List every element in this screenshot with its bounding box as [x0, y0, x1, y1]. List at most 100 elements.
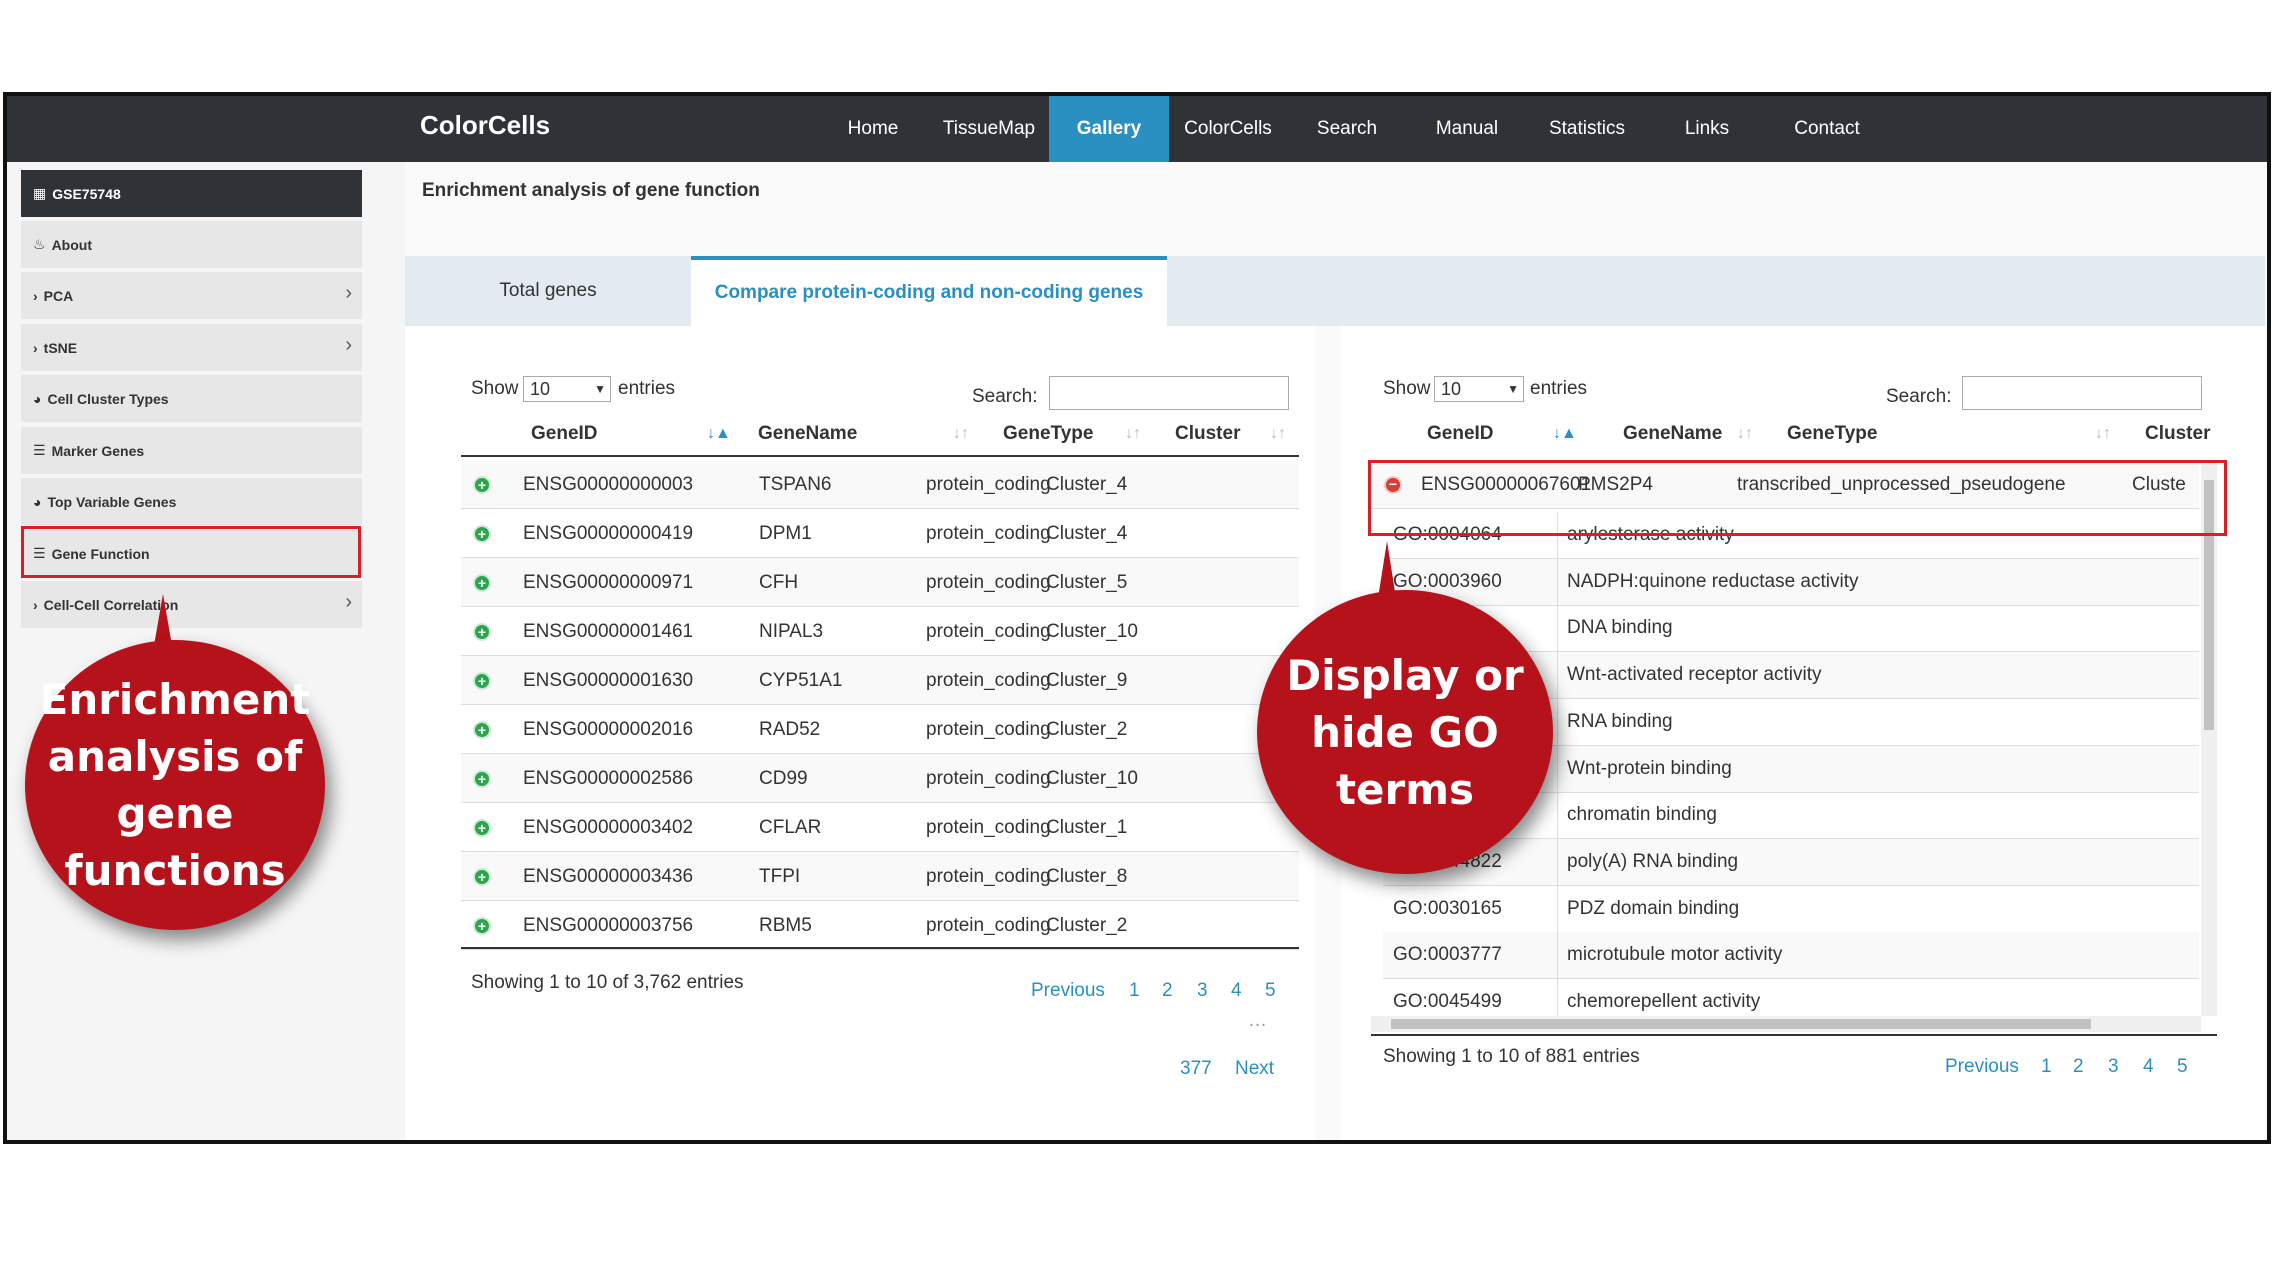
sidebar-item-top-variable-genes[interactable]: ◕ Top Variable Genes	[21, 478, 362, 525]
pagination-page[interactable]: 3	[1197, 980, 1208, 1002]
expand-row-icon[interactable]: +	[473, 525, 491, 543]
column-divider	[1557, 932, 1558, 979]
cell-go-term: poly(A) RNA binding	[1567, 850, 1739, 872]
col-genename[interactable]: GeneName	[1623, 423, 1722, 445]
expand-row-icon[interactable]: +	[473, 721, 491, 739]
nav-home[interactable]: Home	[817, 96, 929, 162]
col-genename[interactable]: GeneName	[758, 423, 857, 445]
sidebar-item-pca[interactable]: › PCA ›	[21, 272, 362, 319]
expand-row-icon[interactable]: +	[473, 917, 491, 935]
pagination-page[interactable]: 3	[2108, 1056, 2119, 1078]
table-row[interactable]: + ENSG00000003436 TFPI protein_coding Cluste…	[461, 852, 1299, 901]
horizontal-scrollbar[interactable]	[1371, 1016, 2201, 1032]
nav-statistics[interactable]: Statistics	[1527, 96, 1647, 162]
table-row[interactable]: + ENSG00000000971 CFH protein_coding Cluster…	[461, 558, 1299, 607]
col-cluster[interactable]: Cluster	[2145, 423, 2210, 445]
entries-label: entries	[1530, 378, 1588, 399]
table-row[interactable]: + ENSG00000000003 TSPAN6 protein_coding Clus…	[461, 460, 1299, 509]
pagination-page[interactable]: 377	[1180, 1058, 1212, 1080]
pagination-page[interactable]: 5	[1265, 980, 1276, 1002]
sort-asc-icon[interactable]: ↓▲	[707, 425, 731, 443]
table-row[interactable]: + ENSG00000002586 CD99 protein_coding Cluste…	[461, 754, 1299, 803]
cell-cluster: Cluster_1	[1046, 817, 1128, 838]
col-geneid[interactable]: GeneID	[1427, 423, 1494, 445]
nav-search[interactable]: Search	[1287, 96, 1407, 162]
sidebar-item-about[interactable]: ♨ About	[21, 221, 362, 268]
pagination-page[interactable]: 5	[2177, 1056, 2188, 1078]
expand-row-icon[interactable]: +	[473, 770, 491, 788]
expand-row-icon[interactable]: +	[473, 868, 491, 886]
brand-logo[interactable]: ColorCells	[420, 110, 550, 141]
expand-row-icon[interactable]: +	[473, 819, 491, 837]
sidebar-dataset-header[interactable]: ▦ GSE75748	[21, 170, 362, 217]
sort-icon[interactable]: ↓↑	[1125, 425, 1141, 443]
pagination-previous[interactable]: Previous	[1031, 980, 1105, 1002]
table-row[interactable]: + ENSG00000003402 CFLAR protein_coding Clust…	[461, 803, 1299, 852]
gene-function-highlight	[21, 526, 361, 578]
cell-genename: NIPAL3	[759, 621, 824, 642]
nav-gallery[interactable]: Gallery	[1049, 96, 1169, 162]
pagination-page[interactable]: 2	[1162, 980, 1173, 1002]
cell-cluster: Cluster_4	[1046, 523, 1128, 544]
nav-manual[interactable]: Manual	[1407, 96, 1527, 162]
pagination-page[interactable]: 4	[1231, 980, 1242, 1002]
callout-line: Display or	[1286, 650, 1524, 700]
pagination-page[interactable]: 4	[2143, 1056, 2154, 1078]
column-divider	[1557, 885, 1558, 932]
cell-geneid: ENSG00000003436	[523, 866, 694, 887]
nav-tissuemap[interactable]: TissueMap	[929, 96, 1049, 162]
col-geneid[interactable]: GeneID	[531, 423, 598, 445]
entries-select[interactable]: 10 ▼	[523, 376, 611, 402]
sort-icon[interactable]: ↓↑	[1270, 425, 1286, 443]
sidebar-item-tsne[interactable]: › tSNE ›	[21, 324, 362, 371]
tab-compare-genes[interactable]: Compare protein-coding and non-coding ge…	[691, 256, 1167, 326]
cell-geneid: ENSG00000000419	[523, 523, 694, 544]
table-row[interactable]: + ENSG00000000419 DPM1 protein_coding Cluste…	[461, 509, 1299, 558]
sidebar-item-label: Marker Genes	[51, 442, 145, 459]
search-input[interactable]	[1962, 376, 2202, 410]
expand-row-icon[interactable]: +	[473, 574, 491, 592]
cell-geneid: ENSG00000000003	[523, 474, 694, 495]
cell-geneid: ENSG00000002586	[523, 768, 694, 789]
callout-line: gene functions	[64, 789, 286, 895]
entries-select-value: 10	[530, 379, 551, 399]
col-cluster[interactable]: Cluster	[1175, 423, 1240, 445]
expand-row-icon[interactable]: +	[473, 476, 491, 494]
tab-total-genes[interactable]: Total genes	[405, 256, 691, 326]
sidebar-item-cell-cluster-types[interactable]: ◕ Cell Cluster Types	[21, 375, 362, 422]
pagination-previous[interactable]: Previous	[1945, 1056, 2019, 1078]
sort-asc-icon[interactable]: ↓▲	[1553, 425, 1577, 443]
column-divider	[1557, 605, 1558, 652]
col-genetype[interactable]: GeneType	[1787, 423, 1877, 445]
scrollbar-thumb[interactable]	[1391, 1019, 2091, 1029]
dropdown-arrow-icon: ▼	[1507, 382, 1519, 396]
nav-links[interactable]: Links	[1647, 96, 1767, 162]
pagination-page[interactable]: 1	[1129, 980, 1140, 1002]
cell-geneid: ENSG00000000971	[523, 572, 694, 593]
table-row[interactable]: + ENSG00000001630 CYP51A1 protein_coding Clu…	[461, 656, 1299, 705]
sort-icon[interactable]: ↓↑	[1737, 425, 1753, 443]
expand-row-icon[interactable]: +	[473, 672, 491, 690]
sidebar-item-marker-genes[interactable]: ☰ Marker Genes	[21, 427, 362, 474]
cell-go-term: NADPH:quinone reductase activity	[1567, 570, 1859, 592]
cell-genetype: protein_coding	[926, 572, 1051, 593]
cell-go-id: GO:0030165	[1393, 897, 1502, 919]
entries-select[interactable]: 10 ▼	[1434, 376, 1524, 402]
sidebar-item-cell-cell-correlation[interactable]: › Cell-Cell Correlation ›	[21, 581, 362, 628]
table-row[interactable]: + ENSG00000003756 RBM5 protein_coding Cluste…	[461, 901, 1299, 950]
table-row[interactable]: + ENSG00000001461 NIPAL3 protein_coding Clus…	[461, 607, 1299, 656]
col-genetype[interactable]: GeneType	[1003, 423, 1093, 445]
nav-contact[interactable]: Contact	[1767, 96, 1887, 162]
search-input[interactable]	[1049, 376, 1289, 410]
table-row[interactable]: + ENSG00000002016 RAD52 protein_coding Clust…	[461, 705, 1299, 754]
cell-cluster: Cluster_5	[1046, 572, 1128, 593]
vertical-scrollbar[interactable]	[2201, 460, 2217, 1016]
pagination-page[interactable]: 1	[2041, 1056, 2052, 1078]
pagination-next[interactable]: Next	[1235, 1058, 1274, 1080]
nav-colorcells[interactable]: ColorCells	[1169, 96, 1287, 162]
expand-row-icon[interactable]: +	[473, 623, 491, 641]
sort-icon[interactable]: ↓↑	[2095, 425, 2111, 443]
cell-cluster: Cluster_10	[1046, 621, 1138, 642]
sort-icon[interactable]: ↓↑	[953, 425, 969, 443]
pagination-page[interactable]: 2	[2073, 1056, 2084, 1078]
